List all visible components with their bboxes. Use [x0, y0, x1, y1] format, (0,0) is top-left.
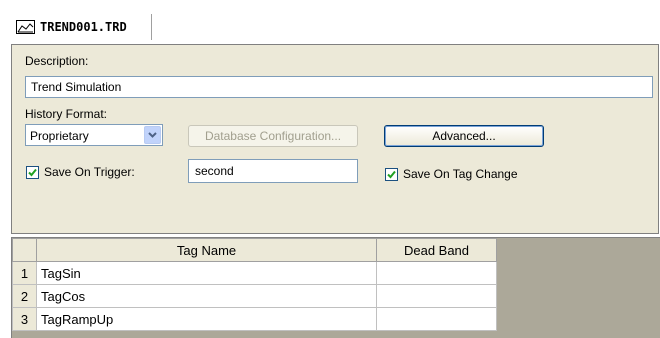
- database-configuration-button[interactable]: Database Configuration...: [188, 125, 358, 147]
- checkbox-checked-icon[interactable]: [26, 165, 39, 179]
- table-row[interactable]: 2 TagCos: [12, 284, 497, 308]
- dead-band-cell[interactable]: [376, 284, 497, 308]
- row-number[interactable]: 2: [12, 284, 37, 308]
- dead-band-cell[interactable]: [376, 307, 497, 331]
- tab-strip: TREND001.TRD: [0, 0, 660, 44]
- table-row[interactable]: 1 TagSin: [12, 261, 497, 285]
- save-on-tag-change-checkbox[interactable]: Save On Tag Change: [385, 167, 518, 181]
- tag-grid-area: Tag Name Dead Band 1 TagSin 2 TagCos 3 T…: [11, 237, 660, 338]
- history-format-value: Proprietary: [30, 129, 89, 143]
- tag-name-cell[interactable]: TagCos: [36, 284, 377, 308]
- advanced-button[interactable]: Advanced...: [384, 125, 544, 147]
- save-on-tag-change-label: Save On Tag Change: [403, 167, 518, 181]
- tag-name-cell[interactable]: TagRampUp: [36, 307, 377, 331]
- history-format-select[interactable]: Proprietary: [25, 124, 163, 146]
- dead-band-cell[interactable]: [376, 261, 497, 285]
- properties-panel: Description: Trend Simulation History Fo…: [11, 44, 659, 234]
- tab-title: TREND001.TRD: [40, 20, 127, 34]
- table-row[interactable]: 3 TagRampUp: [12, 307, 497, 331]
- save-on-trigger-checkbox[interactable]: Save On Trigger:: [26, 165, 135, 179]
- row-number[interactable]: 1: [12, 261, 37, 285]
- trigger-input[interactable]: second: [188, 159, 358, 183]
- column-header-tag-name[interactable]: Tag Name: [36, 238, 377, 262]
- checkbox-checked-icon[interactable]: [385, 167, 398, 181]
- chevron-down-icon[interactable]: [144, 126, 161, 144]
- grid-corner-header[interactable]: [12, 238, 37, 262]
- grid-header-row: Tag Name Dead Band: [12, 238, 497, 262]
- tag-name-cell[interactable]: TagSin: [36, 261, 377, 285]
- column-header-dead-band[interactable]: Dead Band: [376, 238, 497, 262]
- tag-grid: Tag Name Dead Band 1 TagSin 2 TagCos 3 T…: [12, 238, 497, 331]
- row-number[interactable]: 3: [12, 307, 37, 331]
- history-format-label: History Format:: [25, 107, 108, 121]
- description-input[interactable]: Trend Simulation: [25, 76, 653, 98]
- description-label: Description:: [25, 54, 89, 68]
- tab-trend001[interactable]: TREND001.TRD: [12, 14, 152, 40]
- save-on-trigger-label: Save On Trigger:: [44, 165, 135, 179]
- trend-chart-icon: [16, 20, 35, 34]
